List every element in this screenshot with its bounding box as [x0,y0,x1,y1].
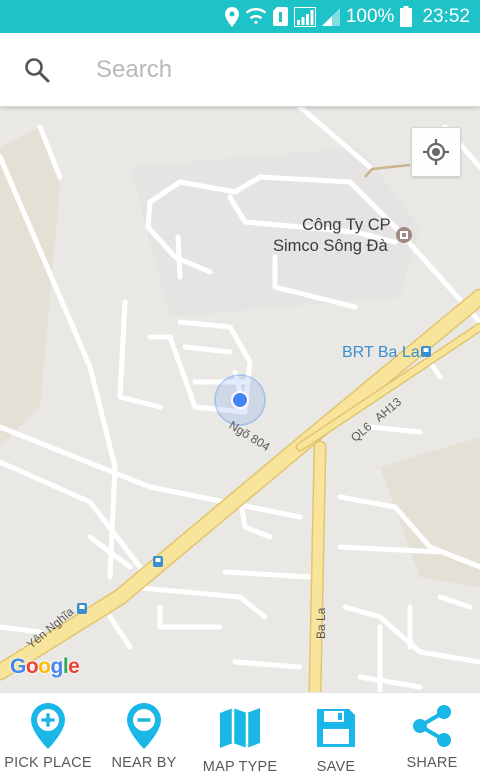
status-icons: 100% 23:52 [224,0,470,33]
pin-minus-icon [127,703,161,749]
share-icon [413,705,451,747]
my-location-button[interactable] [411,127,461,177]
floppy-disk-icon [317,709,355,747]
crosshair-icon [423,139,449,165]
nav-label: SAVE [316,759,356,775]
battery-percentage: 100% [345,5,395,27]
search-input[interactable] [96,51,456,89]
location-icon [224,6,239,27]
nav-label: PICK PLACE [4,755,92,771]
nav-label: NEAR BY [111,755,177,771]
search-bar [0,33,480,107]
road-label: Ba La [314,607,328,639]
near-by-button[interactable]: NEAR BY [96,693,192,781]
nav-label: MAP TYPE [202,759,278,775]
wifi-icon [245,7,267,24]
status-bar: 100% 23:52 [0,0,480,33]
pick-place-button[interactable]: PICK PLACE [0,693,96,781]
poi-label[interactable]: Công Ty CP [302,215,391,235]
map-tiles [0,107,480,692]
map-icon [220,708,260,748]
nav-label: SHARE [406,755,458,771]
sim-icon [272,7,288,26]
poi-label[interactable]: Simco Sông Đà [273,236,388,256]
google-attribution: Google [10,655,80,678]
signal-icon [321,7,340,26]
share-button[interactable]: SHARE [384,693,480,781]
bottom-navigation: PICK PLACE NEAR BY MAP TYPE SAVE SHARE [0,692,480,781]
map-view[interactable]: Công Ty CP Simco Sông Đà BRT Ba La Ngõ 8… [0,107,480,692]
search-icon[interactable] [24,57,50,83]
signal-icon [293,6,316,27]
save-button[interactable]: SAVE [288,693,384,781]
battery-icon [400,6,413,27]
map-type-button[interactable]: MAP TYPE [192,693,288,781]
clock: 23:52 [422,5,470,27]
brt-station-label[interactable]: BRT Ba La [342,344,420,362]
pin-plus-icon [31,703,65,749]
